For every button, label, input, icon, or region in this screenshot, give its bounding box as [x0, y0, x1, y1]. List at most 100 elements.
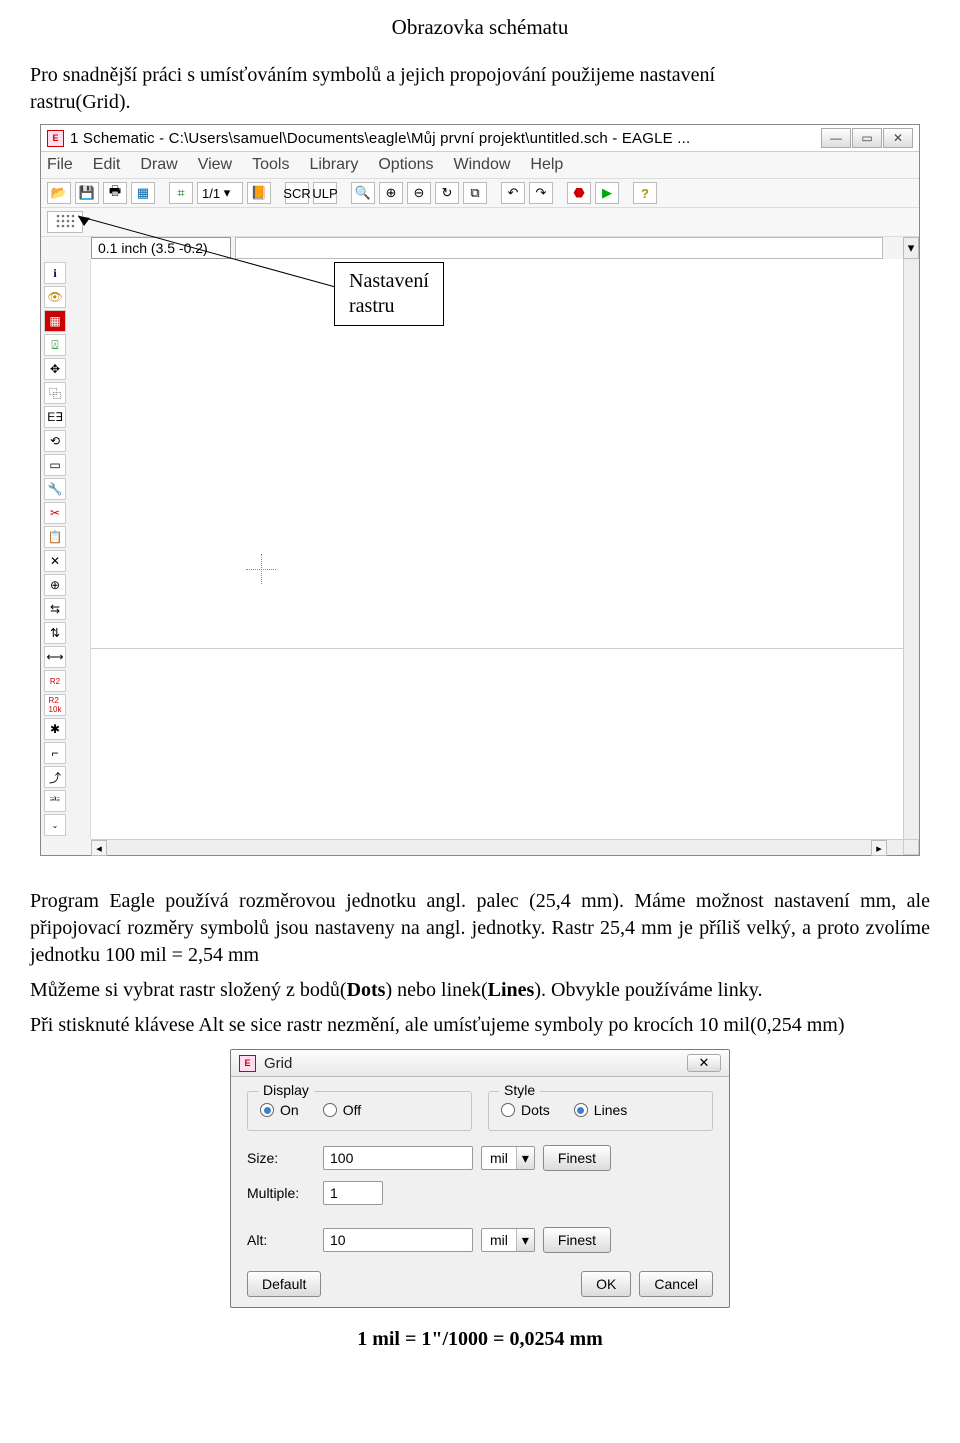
go-icon[interactable]: ▶: [595, 182, 619, 204]
mirror-icon[interactable]: E∃: [44, 406, 66, 428]
ok-button[interactable]: OK: [581, 1271, 631, 1297]
pinswap-icon[interactable]: ⇆: [44, 598, 66, 620]
display-icon[interactable]: ▦: [44, 310, 66, 332]
replace-icon[interactable]: ⟷: [44, 646, 66, 668]
sheet-combo[interactable]: 1/1 ▾: [197, 182, 243, 204]
menu-library[interactable]: Library: [309, 156, 358, 174]
menu-help[interactable]: Help: [530, 156, 563, 174]
multiple-input[interactable]: 1: [323, 1181, 383, 1205]
invoke-icon[interactable]: ⎃: [44, 790, 66, 812]
size-unit-combo[interactable]: mil ▾: [481, 1146, 535, 1170]
info-icon[interactable]: i: [44, 262, 66, 284]
zoom-in-icon[interactable]: ⊕: [379, 182, 403, 204]
move-icon[interactable]: ✥: [44, 358, 66, 380]
alt-input[interactable]: 10: [323, 1228, 473, 1252]
add-icon[interactable]: ⊕: [44, 574, 66, 596]
zoom-redraw-icon[interactable]: ↻: [435, 182, 459, 204]
show-icon[interactable]: 👁: [44, 286, 66, 308]
menu-window[interactable]: Window: [454, 156, 511, 174]
zoom-fit-icon[interactable]: 🔍: [351, 182, 375, 204]
library-use-icon[interactable]: 📙: [247, 182, 271, 204]
eagle-screenshot: E 1 Schematic - C:\Users\samuel\Document…: [40, 124, 920, 856]
grid-dialog-title: Grid: [264, 1055, 687, 1072]
display-on-label: On: [280, 1102, 299, 1118]
body-paragraph-1: Program Eagle používá rozměrovou jednotk…: [30, 888, 930, 969]
redo-icon[interactable]: ↷: [529, 182, 553, 204]
cut-icon[interactable]: ✂: [44, 502, 66, 524]
name-r1-icon[interactable]: R2: [44, 670, 66, 692]
size-finest-button[interactable]: Finest: [543, 1145, 611, 1171]
gateswap-icon[interactable]: ⇅: [44, 622, 66, 644]
multiple-row: Multiple: 1: [247, 1181, 713, 1205]
command-dropdown-icon[interactable]: ▾: [903, 237, 919, 259]
copy-icon[interactable]: ⿻: [44, 382, 66, 404]
style-dots-radio[interactable]: Dots: [501, 1102, 550, 1118]
alt-unit-combo[interactable]: mil ▾: [481, 1228, 535, 1252]
open-icon[interactable]: 📂: [47, 182, 71, 204]
menu-edit[interactable]: Edit: [93, 156, 121, 174]
save-icon[interactable]: 💾: [75, 182, 99, 204]
annotation-line1: Nastavení: [349, 270, 429, 292]
display-on-radio[interactable]: On: [260, 1102, 299, 1118]
change-icon[interactable]: 🔧: [44, 478, 66, 500]
grid-dialog-screenshot: E Grid ✕ Display On Off Style Dots Lines: [230, 1049, 730, 1308]
annotation-box: Nastavení rastru: [334, 262, 444, 326]
cam-icon[interactable]: ▦: [131, 182, 155, 204]
scroll-left-icon[interactable]: ◂: [91, 840, 107, 856]
menu-view[interactable]: View: [198, 156, 232, 174]
ulp-icon[interactable]: ULP: [313, 182, 337, 204]
group-icon[interactable]: ▭: [44, 454, 66, 476]
canvas[interactable]: [91, 259, 903, 649]
print-icon[interactable]: 🖶: [103, 182, 127, 204]
body-paragraph-2: Můžeme si vybrat rastr složený z bodů(Do…: [30, 977, 930, 1004]
titlebar: E 1 Schematic - C:\Users\samuel\Document…: [41, 125, 919, 152]
script-icon[interactable]: SCR: [285, 182, 309, 204]
minimize-button[interactable]: —: [821, 128, 851, 148]
intro-line2: rastru(Grid).: [30, 91, 131, 113]
alt-value: 10: [330, 1232, 346, 1248]
close-button[interactable]: ✕: [883, 128, 913, 148]
more-icon[interactable]: ⌄: [44, 814, 66, 836]
default-button[interactable]: Default: [247, 1271, 321, 1297]
board-icon[interactable]: ⌗: [169, 182, 193, 204]
rotate-icon[interactable]: ⟲: [44, 430, 66, 452]
scroll-right-icon[interactable]: ▸: [871, 840, 887, 856]
grid-dialog-body: Display On Off Style Dots Lines Size: 10…: [231, 1077, 729, 1307]
miter-icon[interactable]: ⌐: [44, 742, 66, 764]
smash-icon[interactable]: ✱: [44, 718, 66, 740]
maximize-button[interactable]: ▭: [852, 128, 882, 148]
menu-draw[interactable]: Draw: [140, 156, 177, 174]
mark-icon[interactable]: ⍍: [44, 334, 66, 356]
alt-label: Alt:: [247, 1232, 315, 1248]
style-legend: Style: [499, 1082, 540, 1098]
alt-finest-button[interactable]: Finest: [543, 1227, 611, 1253]
cancel-button[interactable]: Cancel: [639, 1271, 713, 1297]
menu-file[interactable]: File: [47, 156, 73, 174]
size-input[interactable]: 100: [323, 1146, 473, 1170]
help-icon[interactable]: ?: [633, 182, 657, 204]
size-value: 100: [330, 1150, 353, 1166]
menu-options[interactable]: Options: [378, 156, 433, 174]
body2-suffix: ). Obvykle používáme linky.: [534, 979, 762, 1001]
undo-icon[interactable]: ↶: [501, 182, 525, 204]
display-legend: Display: [258, 1082, 314, 1098]
value-r1-icon[interactable]: R210k: [44, 694, 66, 716]
stop-icon[interactable]: ⬣: [567, 182, 591, 204]
menu-tools[interactable]: Tools: [252, 156, 289, 174]
display-off-radio[interactable]: Off: [323, 1102, 361, 1118]
menubar: File Edit Draw View Tools Library Option…: [41, 152, 919, 179]
split-icon[interactable]: ⤴: [44, 766, 66, 788]
paste-icon[interactable]: 📋: [44, 526, 66, 548]
horizontal-scrollbar[interactable]: ◂ ▸: [91, 839, 903, 855]
alt-row: Alt: 10 mil ▾ Finest: [247, 1227, 713, 1253]
window-controls: — ▭ ✕: [821, 128, 913, 148]
dialog-button-row: Default OK Cancel: [247, 1271, 713, 1297]
zoom-out-icon[interactable]: ⊖: [407, 182, 431, 204]
annotation-line2: rastru: [349, 295, 395, 317]
style-lines-radio[interactable]: Lines: [574, 1102, 627, 1118]
delete-icon[interactable]: ✕: [44, 550, 66, 572]
vertical-scrollbar[interactable]: [903, 259, 919, 839]
grid-dialog-close-icon[interactable]: ✕: [687, 1054, 721, 1072]
body2-mid: ) nebo linek(: [385, 979, 487, 1001]
zoom-select-icon[interactable]: ⧉: [463, 182, 487, 204]
